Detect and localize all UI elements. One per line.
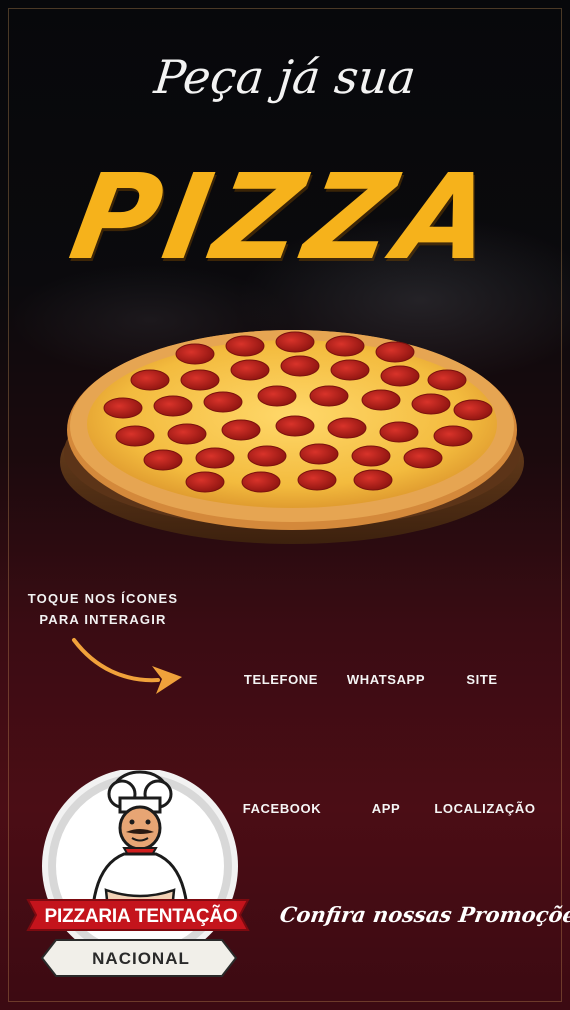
localizacao-button[interactable]: LOCALIZAÇÃO (432, 801, 538, 816)
promotions-link[interactable]: Confira nossas Promoções! (278, 902, 570, 927)
interaction-hint: TOQUE NOS ÍCONES PARA INTERAGIR (18, 588, 188, 630)
hint-line-1: TOQUE NOS ÍCONES (27, 591, 179, 606)
headline-pizza: PIZZA (61, 148, 509, 286)
brand-subtitle: NACIONAL (92, 949, 190, 968)
brand-name: PIZZARIA TENTAÇÃO (44, 906, 238, 927)
pizza-image (60, 330, 524, 544)
app-button[interactable]: APP (336, 801, 436, 816)
telefone-button[interactable]: TELEFONE (231, 672, 331, 687)
arrow-right-icon (72, 638, 182, 694)
site-button[interactable]: SITE (432, 672, 532, 687)
hint-line-2: PARA INTERAGIR (39, 612, 167, 627)
promo-screen: Peça já sua PIZZA TOQUE NOS ÍCONES PARA … (0, 0, 570, 1010)
tagline: Peça já sua (151, 50, 419, 104)
whatsapp-button[interactable]: WHATSAPP (336, 672, 436, 687)
